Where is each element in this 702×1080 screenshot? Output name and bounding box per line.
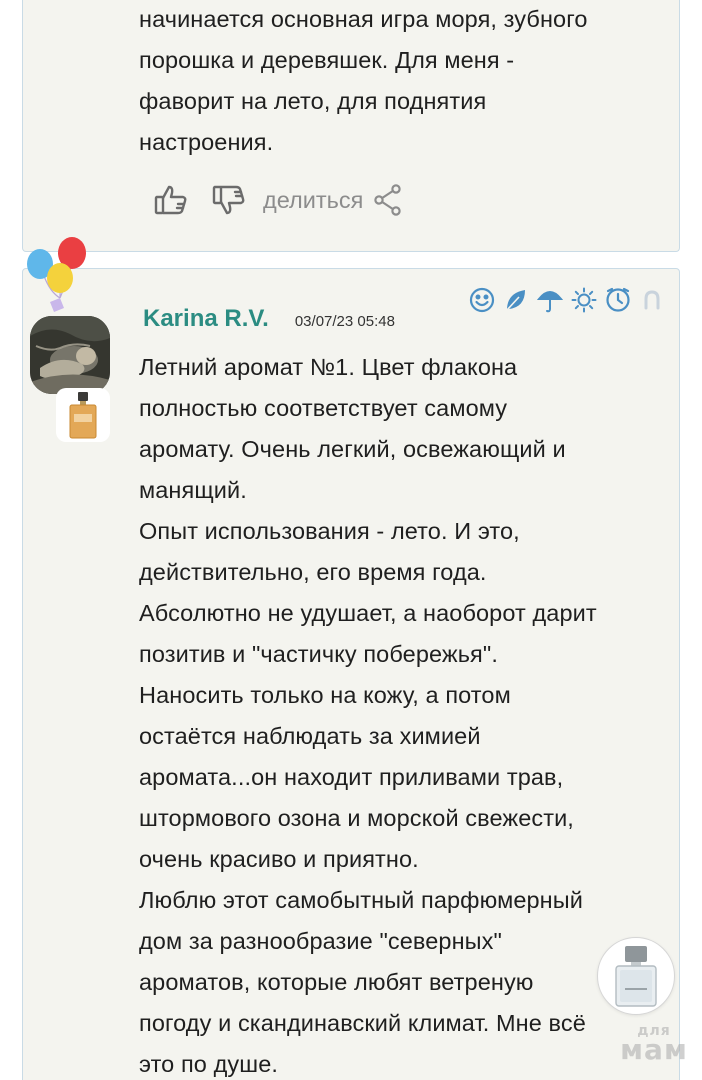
leaf-icon[interactable]: [503, 287, 529, 313]
clock-icon[interactable]: [605, 287, 631, 313]
umbrella-icon[interactable]: [537, 287, 563, 313]
thumbs-down-icon[interactable]: [211, 182, 247, 218]
site-watermark: для мам: [614, 1024, 694, 1064]
page: начинается основная игра моря, зубного п…: [0, 0, 702, 1080]
perfume-bottle-icon[interactable]: [56, 388, 110, 442]
share-icon: [374, 184, 402, 216]
thumbs-up-icon[interactable]: [153, 182, 189, 218]
previous-comment-card: начинается основная игра моря, зубного п…: [22, 0, 680, 252]
avatar[interactable]: [30, 316, 110, 394]
comment-text: Летний аромат №1. Цвет флакона полностью…: [139, 354, 597, 1077]
share-button[interactable]: делиться: [263, 184, 403, 216]
watermark-main: мам: [620, 1033, 688, 1066]
perfume-bottle-icon: [615, 946, 657, 1007]
floating-product-button[interactable]: [597, 937, 675, 1015]
author-name[interactable]: Karina R.V.: [143, 305, 269, 333]
horseshoe-icon[interactable]: [639, 287, 665, 313]
sun-icon[interactable]: [571, 287, 597, 313]
comment-card: Karina R.V. 03/07/23 05:48 Летний аромат…: [22, 268, 680, 1080]
smile-icon[interactable]: [469, 287, 495, 313]
user-badges: [461, 287, 665, 313]
comment-header: Karina R.V. 03/07/23 05:48: [143, 305, 395, 333]
comment-date: 03/07/23 05:48: [294, 313, 395, 330]
comment-actions: делиться: [153, 180, 403, 220]
previous-comment-text: начинается основная игра моря, зубного п…: [139, 6, 588, 155]
balloons-icon: [24, 236, 94, 316]
share-label: делиться: [263, 186, 364, 213]
